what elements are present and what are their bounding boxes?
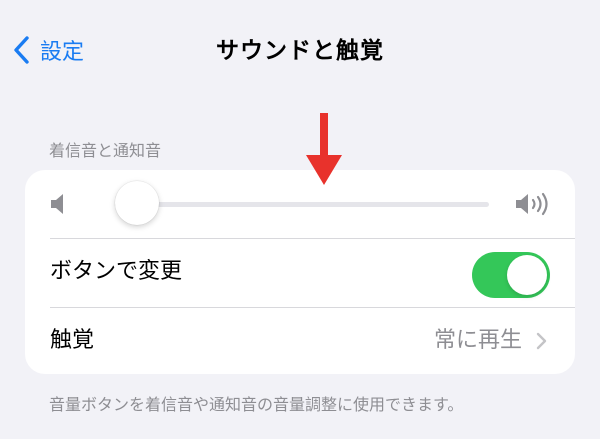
speaker-low-icon (51, 194, 63, 214)
section-footer: 音量ボタンを着信音や通知音の音量調整に使用できます。 (49, 395, 464, 414)
page-title: サウンドと触覚 (216, 38, 384, 64)
volume-row (25, 170, 575, 238)
change-with-buttons-toggle[interactable] (472, 252, 550, 298)
speaker-high-icon (516, 192, 548, 216)
volume-slider-track[interactable] (115, 202, 489, 207)
haptics-label: 触覚 (50, 328, 95, 353)
ringtone-settings-group: ボタンで変更 触覚 常に再生 (25, 170, 575, 374)
chevron-right-icon (536, 332, 547, 350)
toggle-knob (507, 255, 547, 295)
section-header: 着信音と通知音 (49, 141, 162, 160)
volume-slider-thumb[interactable] (115, 181, 159, 225)
haptics-row[interactable]: 触覚 常に再生 (25, 307, 575, 374)
change-with-buttons-label: ボタンで変更 (50, 259, 183, 284)
navigation-bar: 設定 サウンドと触覚 (0, 0, 600, 100)
haptics-value: 常に再生 (433, 328, 522, 353)
red-arrow-annotation (306, 113, 342, 185)
change-with-buttons-row: ボタンで変更 (25, 238, 575, 307)
